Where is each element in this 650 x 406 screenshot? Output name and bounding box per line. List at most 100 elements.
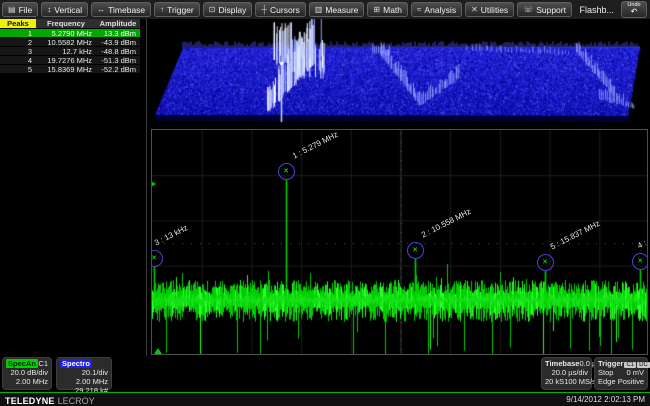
peak-frequency: 15.8369 MHz bbox=[36, 65, 96, 73]
peaks-header-cell[interactable]: Peaks bbox=[0, 19, 36, 28]
math-icon: ⊞ bbox=[373, 6, 380, 14]
menu-math-label: Math bbox=[383, 5, 402, 15]
footer-bar: TELEDYNELECROY 9/14/2012 2:02:13 PM bbox=[0, 393, 650, 406]
peaks-table-row[interactable]: 5 15.8369 MHz -52.2 dBm bbox=[0, 65, 140, 74]
peak-number: 5 bbox=[0, 65, 36, 73]
peak-number: 1 bbox=[0, 29, 36, 37]
menu-timebase[interactable]: ↔Timebase bbox=[91, 2, 151, 17]
menu-file-label: File bbox=[19, 5, 33, 15]
support-icon: ☏ bbox=[523, 6, 533, 14]
peaks-table-row[interactable]: 2 10.5582 MHz -43.9 dBm bbox=[0, 38, 140, 47]
peak-amplitude: -51.3 dBm bbox=[96, 56, 140, 64]
peak-number: 3 bbox=[0, 47, 36, 55]
specan-hscale: 2.00 MHz bbox=[6, 377, 48, 386]
peak-amplitude: -52.2 dBm bbox=[96, 65, 140, 73]
menu-support[interactable]: ☏Support bbox=[517, 2, 572, 17]
analysis-icon: ≈ bbox=[417, 6, 421, 14]
menu-timebase-label: Timebase bbox=[108, 5, 145, 15]
menu-analysis[interactable]: ≈Analysis bbox=[411, 2, 462, 17]
measure-icon: ▥ bbox=[315, 6, 323, 14]
peak-number: 4 bbox=[0, 56, 36, 64]
brand-teledyne: TELEDYNE bbox=[5, 396, 55, 406]
menu-analysis-label: Analysis bbox=[424, 5, 456, 15]
menu-cursors[interactable]: ┼Cursors bbox=[255, 2, 305, 17]
trigger-type: Edge bbox=[598, 377, 616, 386]
peak-marker-circle: ✕ bbox=[537, 254, 554, 271]
peak-frequency: 19.7276 MHz bbox=[36, 56, 96, 64]
spectrogram-surface bbox=[148, 19, 650, 129]
peak-frequency: 5.2790 MHz bbox=[36, 29, 96, 37]
specan-channel: C1 bbox=[38, 359, 48, 368]
timebase-per-div: 20.0 µs/div bbox=[545, 368, 588, 377]
specan-descriptor-box[interactable]: SpecAn C1 20.0 dB/div 2.00 MHz bbox=[2, 357, 52, 390]
peak-marker-circle: ✕ bbox=[407, 242, 424, 259]
vertical-icon: ↕ bbox=[47, 6, 51, 14]
peak-amplitude: -48.8 dBm bbox=[96, 47, 140, 55]
display-icon: ⊡ bbox=[209, 6, 216, 14]
trigger-level: 0 mV bbox=[626, 368, 644, 377]
menu-measure-label: Measure bbox=[325, 5, 358, 15]
menu-trigger-label: Trigger bbox=[167, 5, 194, 15]
menu-utilities-label: Utilities bbox=[481, 5, 508, 15]
peak-marker-circle: ✕ bbox=[151, 250, 163, 267]
peak-frequency: 10.5582 MHz bbox=[36, 38, 96, 46]
peak-amplitude: -43.9 dBm bbox=[96, 38, 140, 46]
peak-number: 2 bbox=[0, 38, 36, 46]
menu-support-label: Support bbox=[536, 5, 566, 15]
peak-marker-circle: ✕ bbox=[632, 253, 649, 270]
trigger-mode: Stop bbox=[598, 368, 613, 377]
peaks-table-row[interactable]: 1 5.2790 MHz 13.3 dBm bbox=[0, 29, 140, 38]
menu-cursors-label: Cursors bbox=[270, 5, 300, 15]
utilities-icon: ✕ bbox=[471, 6, 478, 14]
peaks-table: Peaks Frequency Amplitude 1 5.2790 MHz 1… bbox=[0, 19, 140, 74]
peaks-table-row[interactable]: 4 19.7276 MHz -51.3 dBm bbox=[0, 56, 140, 65]
trigger-slope: Positive bbox=[618, 377, 644, 386]
timebase-icon: ↔ bbox=[97, 6, 105, 14]
datetime-display: 9/14/2012 2:02:13 PM bbox=[566, 395, 645, 404]
specan-title: SpecAn bbox=[6, 359, 38, 368]
menu-vertical[interactable]: ↕Vertical bbox=[41, 2, 88, 17]
specan-vscale: 20.0 dB/div bbox=[6, 368, 48, 377]
flashback-status: Flashb... bbox=[579, 5, 618, 15]
trigger-icon: ↑ bbox=[160, 6, 164, 14]
spectro-hscale: 2.00 MHz bbox=[60, 377, 108, 386]
timebase-box[interactable]: Timebase0.0 µs 20.0 µs/div 20 kS100 MS/s bbox=[541, 357, 592, 390]
menu-display[interactable]: ⊡Display bbox=[203, 2, 253, 17]
peak-amplitude: 13.3 dBm bbox=[96, 29, 140, 37]
spectro-vscale: 20.1/div bbox=[60, 368, 108, 377]
file-icon: ▤ bbox=[8, 6, 16, 14]
timebase-label: Timebase bbox=[545, 359, 579, 368]
menu-trigger[interactable]: ↑Trigger bbox=[154, 2, 200, 17]
undo-icon: ↶ bbox=[631, 8, 638, 16]
peaks-table-header: Peaks Frequency Amplitude bbox=[0, 19, 140, 29]
menubar: ▤File ↕Vertical ↔Timebase ↑Trigger ⊡Disp… bbox=[0, 0, 650, 19]
menu-vertical-label: Vertical bbox=[54, 5, 82, 15]
frequency-header-cell: Frequency bbox=[36, 19, 96, 28]
sidebar-divider bbox=[146, 19, 147, 356]
brand-logo: TELEDYNELECROY bbox=[5, 391, 95, 406]
menu-math[interactable]: ⊞Math bbox=[367, 2, 408, 17]
cursors-icon: ┼ bbox=[261, 6, 267, 14]
spectrogram-3d-plot[interactable] bbox=[148, 19, 650, 129]
undo-button[interactable]: Undo↶ bbox=[621, 1, 647, 18]
timebase-rate: 100 MS/s bbox=[564, 377, 596, 386]
timebase-samples: 20 kS bbox=[545, 377, 564, 386]
spectro-title: Spectro bbox=[60, 359, 92, 368]
menu-file[interactable]: ▤File bbox=[2, 2, 38, 17]
reference-level-marker bbox=[151, 181, 156, 187]
trigger-position-marker bbox=[154, 348, 162, 354]
menu-measure[interactable]: ▥Measure bbox=[309, 2, 365, 17]
spectrum-trace bbox=[152, 130, 648, 355]
peaks-table-row[interactable]: 3 12.7 kHz -48.8 dBm bbox=[0, 47, 140, 56]
menu-utilities[interactable]: ✕Utilities bbox=[465, 2, 514, 17]
spectro-descriptor-box[interactable]: Spectro 20.1/div 2.00 MHz 29.218 k# bbox=[56, 357, 112, 390]
trigger-label: Trigger bbox=[598, 359, 623, 368]
brand-lecroy: LECROY bbox=[58, 396, 95, 406]
trigger-box[interactable]: Trigger C1DC Stop0 mV EdgePositive bbox=[594, 357, 648, 390]
menu-display-label: Display bbox=[218, 5, 246, 15]
peak-marker-circle: ✕ bbox=[278, 163, 295, 180]
oscilloscope-screen: ▤File ↕Vertical ↔Timebase ↑Trigger ⊡Disp… bbox=[0, 0, 650, 406]
peak-frequency: 12.7 kHz bbox=[36, 47, 96, 55]
amplitude-header-cell: Amplitude bbox=[96, 19, 140, 28]
spectrum-plot[interactable]: ✕1 : 5.279 MHz✕2 : 10.558 MHz✕3 : 13 kHz… bbox=[151, 129, 648, 355]
